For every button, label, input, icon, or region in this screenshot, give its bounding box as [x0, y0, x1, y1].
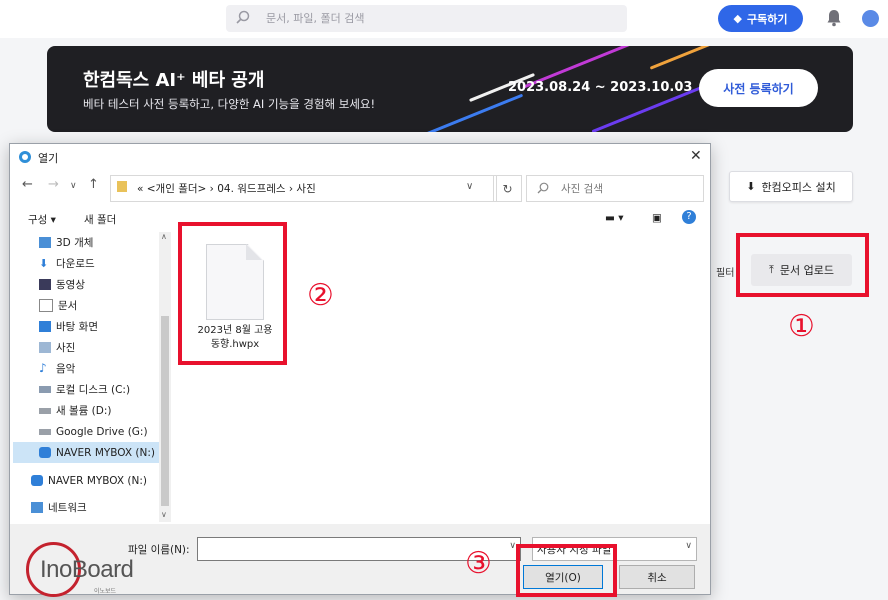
highlight-box-open — [516, 544, 617, 597]
filter-label[interactable]: 필터 — [716, 264, 734, 279]
cancel-button[interactable]: 취소 — [619, 565, 695, 589]
diamond-icon: ◆ — [733, 12, 742, 25]
sidebar-item-label: 사진 — [56, 342, 76, 354]
scroll-up-icon[interactable]: ∧ — [161, 232, 167, 241]
drive-icon — [39, 428, 51, 435]
search-bar[interactable]: 문서, 파일, 폴더 검색 — [226, 5, 627, 32]
sidebar-item-label: NAVER MYBOX (N:) — [48, 474, 148, 487]
network-icon — [31, 502, 43, 513]
folder-search-placeholder: 사진 검색 — [561, 183, 603, 195]
search-icon — [236, 10, 250, 24]
sidebar-item-pictures[interactable]: 사진 — [13, 337, 161, 358]
mybox-icon — [31, 475, 43, 486]
pre-register-button[interactable]: 사전 등록하기 — [699, 69, 818, 107]
sidebar-item-naver-mybox-selected[interactable]: NAVER MYBOX (N:) — [13, 442, 161, 463]
step-number-1: ① — [788, 309, 815, 344]
app-icon — [19, 151, 31, 163]
navigation-scrollbar[interactable]: ∧ ∨ — [159, 232, 171, 522]
install-label: 한컴오피스 설치 — [761, 180, 836, 194]
sidebar-item-videos[interactable]: 동영상 — [13, 274, 161, 295]
logo-wordmark: InoBoard — [40, 556, 134, 583]
music-icon: ♪ — [39, 361, 47, 375]
organize-menu[interactable]: 구성 ▾ — [28, 212, 56, 227]
banner-subtitle: 베타 테스터 사전 등록하고, 다양한 AI 기능을 경험해 보세요! — [83, 97, 376, 111]
view-options-icon[interactable]: ▬ ▾ — [605, 212, 624, 224]
sidebar-item-naver-mybox[interactable]: NAVER MYBOX (N:) — [13, 470, 161, 491]
disk-icon — [39, 386, 51, 393]
banner-title: 한컴독스 AI⁺ 베타 공개 — [83, 70, 265, 91]
sidebar-item-label: 새 볼륨 (D:) — [56, 405, 112, 417]
highlight-box-upload — [736, 233, 869, 297]
step-number-2: ② — [307, 278, 334, 313]
step-number-3: ③ — [465, 546, 492, 581]
open-file-dialog: 열기 ✕ ← → ∨ ↑ « <개인 폴더> › 04. 워드프레스 › 사진 … — [9, 143, 711, 595]
banner-dates: 2023.08.24 ~ 2023.10.03 — [508, 80, 693, 95]
install-office-button[interactable]: ⬇ 한컴오피스 설치 — [729, 171, 853, 202]
folder-icon — [117, 181, 127, 192]
bell-icon[interactable] — [826, 9, 842, 27]
mybox-icon — [39, 447, 51, 458]
logo-subtext: 이노보드 — [94, 588, 117, 595]
chevron-down-icon: ∨ — [685, 541, 692, 551]
folder-search-input[interactable]: 사진 검색 — [526, 175, 704, 202]
video-icon — [39, 279, 51, 290]
address-path: « <개인 폴더> › 04. 워드프레스 › 사진 — [137, 183, 316, 195]
inoboard-logo: InoBoard 이노보드 — [26, 542, 152, 597]
dialog-toolbar: 구성 ▾ 새 폴더 ▬ ▾ ▣ ? — [10, 207, 710, 231]
subscribe-button[interactable]: ◆ 구독하기 — [718, 5, 803, 32]
avatar[interactable] — [862, 10, 879, 27]
scroll-down-icon[interactable]: ∨ — [161, 510, 167, 519]
sidebar-item-label: 음악 — [56, 363, 76, 375]
chevron-down-icon[interactable]: ∨ — [466, 181, 473, 192]
subscribe-label: 구독하기 — [746, 12, 788, 26]
sidebar-item-label: 3D 개체 — [56, 237, 94, 249]
cube-icon — [39, 237, 51, 248]
back-arrow-icon[interactable]: ← — [22, 177, 33, 192]
history-dropdown-icon[interactable]: ∨ — [70, 181, 77, 191]
sidebar-item-label: 로컬 디스크 (C:) — [56, 384, 131, 396]
download-icon: ⬇ — [39, 257, 49, 270]
sidebar-item-downloads[interactable]: ⬇ 다운로드 — [13, 253, 161, 274]
sidebar-item-label: 바탕 화면 — [56, 321, 98, 333]
search-icon — [537, 182, 549, 194]
sidebar-item-label: NAVER MYBOX (N:) — [56, 446, 156, 459]
address-bar[interactable]: « <개인 폴더> › 04. 워드프레스 › 사진 ∨ — [110, 175, 497, 202]
highlight-box-file — [178, 222, 287, 365]
banner-decoration — [649, 46, 735, 70]
sidebar-item-label: 동영상 — [56, 279, 85, 291]
sidebar-item-label: 네트워크 — [48, 502, 87, 514]
close-icon[interactable]: ✕ — [690, 148, 702, 164]
sidebar-item-desktop[interactable]: 바탕 화면 — [13, 316, 161, 337]
up-arrow-icon[interactable]: ↑ — [88, 177, 99, 192]
sidebar-item-google-drive[interactable]: Google Drive (G:) — [13, 421, 161, 442]
dialog-title: 열기 — [38, 152, 59, 165]
sidebar-item-label: 문서 — [58, 300, 78, 312]
search-placeholder: 문서, 파일, 폴더 검색 — [266, 12, 365, 25]
sidebar-item-label: 다운로드 — [56, 258, 95, 270]
new-folder-button[interactable]: 새 폴더 — [84, 212, 116, 227]
drive-icon — [39, 407, 51, 414]
help-icon[interactable]: ? — [682, 210, 696, 224]
sidebar-item-network[interactable]: 네트워크 — [13, 497, 161, 518]
sidebar-item-label: Google Drive (G:) — [56, 425, 148, 438]
promo-banner[interactable]: 한컴독스 AI⁺ 베타 공개 베타 테스터 사전 등록하고, 다양한 AI 기능… — [47, 46, 853, 132]
download-icon: ⬇ — [746, 180, 756, 193]
sidebar-item-local-disk[interactable]: 로컬 디스크 (C:) — [13, 379, 161, 400]
sidebar-item-3d-objects[interactable]: 3D 개체 — [13, 232, 161, 253]
preview-pane-icon[interactable]: ▣ — [652, 212, 662, 224]
picture-icon — [39, 342, 51, 353]
document-icon — [39, 299, 53, 312]
scrollbar-thumb[interactable] — [161, 316, 169, 506]
refresh-icon[interactable]: ↻ — [493, 175, 522, 202]
chevron-down-icon[interactable]: ∨ — [509, 541, 516, 551]
banner-decoration — [410, 93, 524, 132]
forward-arrow-icon[interactable]: → — [48, 177, 59, 192]
navigation-pane: 3D 개체 ⬇ 다운로드 동영상 문서 바탕 화면 사진 ♪ 음악 로컬 디스크 (… — [13, 232, 173, 522]
sidebar-item-documents[interactable]: 문서 — [13, 295, 161, 316]
sidebar-item-new-volume[interactable]: 새 볼륨 (D:) — [13, 400, 161, 421]
sidebar-item-music[interactable]: ♪ 음악 — [13, 358, 161, 379]
desktop-icon — [39, 321, 51, 332]
